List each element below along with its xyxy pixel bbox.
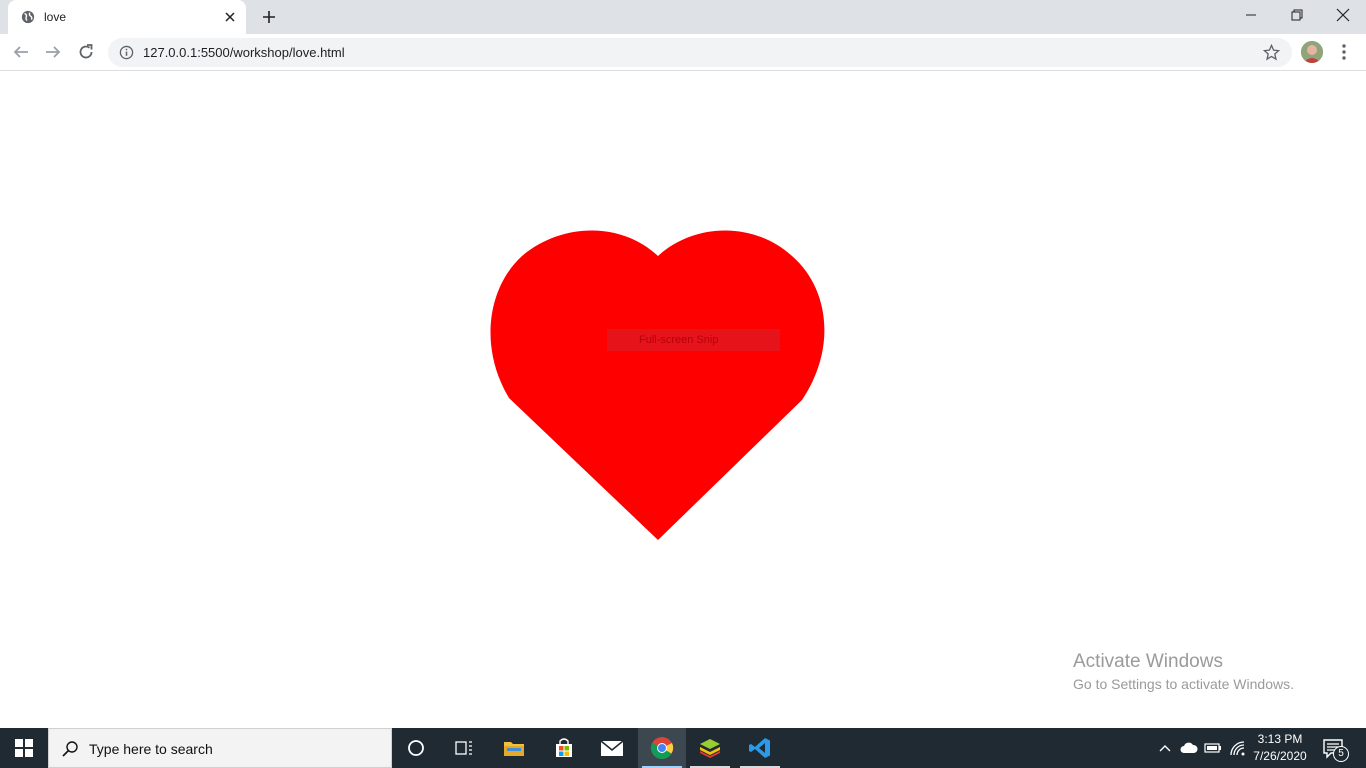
cloud-icon — [1180, 742, 1198, 753]
chevron-up-icon — [1159, 745, 1171, 752]
vscode-button[interactable] — [736, 728, 784, 768]
taskbar-clock[interactable]: 3:13 PM 7/26/2020 — [1250, 731, 1310, 765]
onedrive-tray[interactable] — [1179, 738, 1199, 758]
task-view-button[interactable] — [440, 728, 488, 768]
search-icon — [62, 741, 78, 757]
taskbar-search[interactable]: Type here to search — [48, 728, 392, 768]
chrome-icon — [650, 737, 674, 759]
heart-shape — [490, 230, 825, 540]
close-window-button[interactable] — [1320, 0, 1366, 30]
forward-arrow-icon — [46, 46, 61, 58]
cortana-button[interactable] — [392, 728, 440, 768]
folder-icon — [504, 742, 524, 756]
clock-date: 7/26/2020 — [1253, 749, 1307, 763]
clock-time: 3:13 PM — [1257, 732, 1303, 746]
network-tray[interactable] — [1228, 738, 1248, 758]
reload-button[interactable] — [76, 42, 96, 62]
file-explorer-button[interactable] — [490, 728, 538, 768]
watermark-title: Activate Windows — [1073, 651, 1223, 672]
bluestacks-button[interactable] — [686, 728, 734, 768]
notification-count-badge: 5 — [1333, 746, 1349, 762]
windows-logo-icon — [15, 739, 33, 757]
search-placeholder: Type here to search — [89, 741, 213, 757]
avatar-image — [1301, 41, 1323, 63]
battery-icon — [1204, 743, 1221, 753]
tab-love[interactable]: love — [8, 0, 246, 34]
new-tab-plus-icon[interactable] — [260, 8, 278, 26]
restore-button[interactable] — [1274, 0, 1320, 30]
cortana-circle-icon — [408, 740, 424, 756]
minimize-button[interactable] — [1228, 0, 1274, 30]
wifi-icon — [1230, 741, 1245, 756]
tab-title: love — [44, 10, 67, 24]
watermark-subtitle: Go to Settings to activate Windows. — [1073, 676, 1294, 692]
profile-avatar[interactable] — [1301, 41, 1323, 63]
vscode-icon — [749, 738, 770, 758]
page-viewport: Full-screen Snip Activate Windows Go to … — [0, 71, 1366, 728]
mail-envelope-icon — [600, 740, 624, 756]
windows-taskbar: Type here to search 3:13 PM 7/26/2020 5 — [0, 728, 1366, 768]
start-button[interactable] — [0, 728, 48, 768]
close-window-icon — [1336, 8, 1350, 22]
show-hidden-icons-button[interactable] — [1155, 738, 1175, 758]
minimize-icon — [1246, 14, 1256, 16]
star-icon[interactable] — [1263, 44, 1280, 61]
globe-icon — [21, 10, 35, 24]
chrome-button[interactable] — [638, 728, 686, 768]
mail-button[interactable] — [588, 728, 636, 768]
bluestacks-icon — [700, 739, 720, 758]
task-view-icon — [455, 741, 472, 755]
microsoft-store-button[interactable] — [540, 728, 588, 768]
snip-label: Full-screen Snip — [607, 329, 780, 351]
back-arrow-icon — [13, 46, 28, 58]
back-button[interactable] — [11, 42, 31, 62]
url-text[interactable]: 127.0.0.1:5500/workshop/love.html — [143, 45, 345, 60]
close-tab-icon[interactable] — [222, 9, 238, 25]
forward-button[interactable] — [43, 42, 63, 62]
activate-windows-watermark: Activate Windows Go to Settings to activ… — [1073, 651, 1294, 695]
info-icon[interactable] — [119, 45, 134, 60]
battery-tray[interactable] — [1203, 738, 1223, 758]
tab-strip: love — [0, 0, 1366, 34]
store-bag-icon — [556, 738, 572, 757]
reload-icon — [79, 44, 93, 59]
kebab-menu-icon[interactable] — [1336, 42, 1352, 62]
restore-icon — [1291, 9, 1303, 21]
address-bar[interactable]: 127.0.0.1:5500/workshop/love.html — [108, 38, 1292, 67]
browser-toolbar: 127.0.0.1:5500/workshop/love.html — [0, 34, 1366, 71]
